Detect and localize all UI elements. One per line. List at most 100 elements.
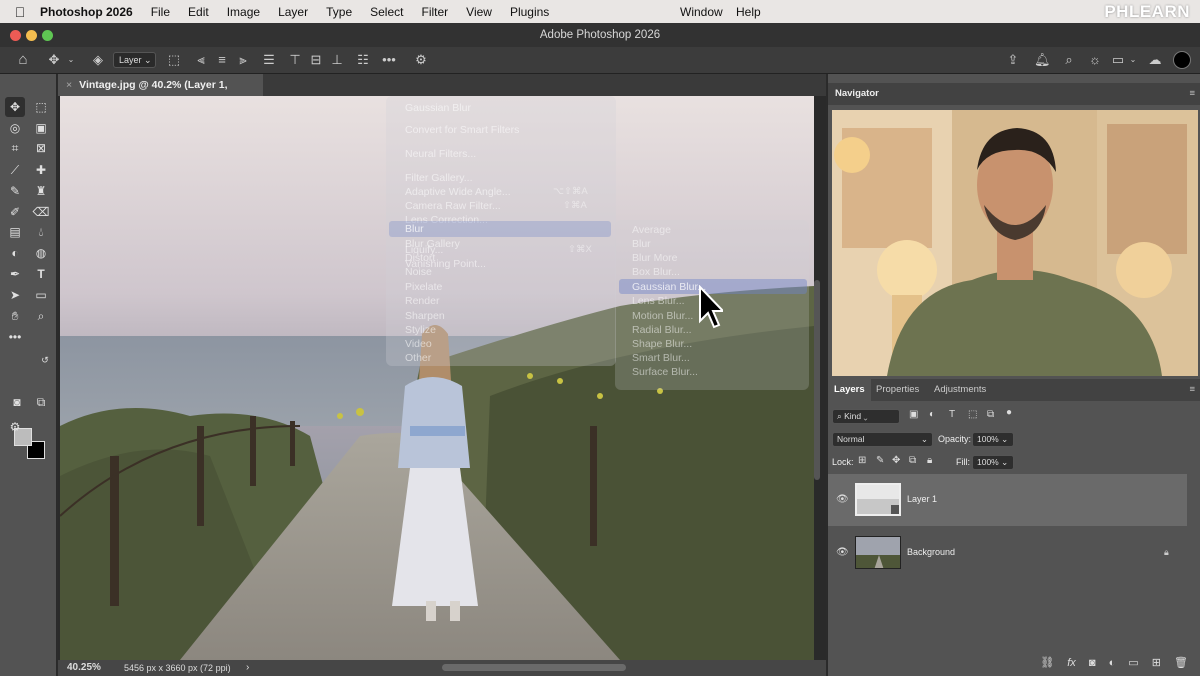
cloud-docs-icon[interactable]: ☁: [1147, 51, 1163, 69]
menu-select[interactable]: Select: [370, 5, 403, 19]
layer-row-background[interactable]: 👁︎ Background 🔒︎: [828, 527, 1187, 579]
home-icon[interactable]: ⌂: [14, 51, 32, 69]
transform-controls-icon[interactable]: ⬚: [166, 51, 182, 69]
blur-item-lens-blur[interactable]: Lens Blur...: [632, 295, 685, 307]
filter-toggle-icon[interactable]: ●: [1006, 407, 1012, 418]
hand-tool-icon[interactable]: ✋︎: [5, 306, 25, 326]
distribute-vertical-icon[interactable]: ☷: [356, 51, 370, 69]
blur-item-shape-blur[interactable]: Shape Blur...: [632, 338, 692, 350]
workspace-chevron-icon[interactable]: ⌄: [1128, 51, 1138, 69]
menu-filter[interactable]: Filter: [421, 5, 448, 19]
align-top-icon[interactable]: ⊤: [288, 51, 302, 69]
horizontal-scrollbar[interactable]: [442, 664, 626, 671]
navigator-preview[interactable]: [832, 110, 1198, 376]
filter-menu-item-noise[interactable]: Noise: [405, 266, 432, 278]
lock-image-icon[interactable]: ✎: [876, 455, 884, 466]
marquee-tool-icon[interactable]: ⬚: [31, 97, 51, 117]
dodge-tool-icon[interactable]: ◐: [5, 243, 25, 263]
crop-tool-icon[interactable]: ⌗: [5, 138, 25, 158]
quick-select-tool-icon[interactable]: ▣: [31, 118, 51, 138]
pen-tool-icon[interactable]: ✒: [5, 264, 25, 284]
chevron-down-icon[interactable]: ⌄: [66, 51, 76, 69]
status-arrow-icon[interactable]: ›: [246, 660, 249, 676]
blur-item-blur-more[interactable]: Blur More: [632, 252, 678, 264]
visibility-eye-icon[interactable]: 👁︎: [836, 547, 849, 558]
distribute-icon[interactable]: ☰: [262, 51, 276, 69]
minimize-window-button[interactable]: [26, 30, 37, 41]
blur-item-smart-blur[interactable]: Smart Blur...: [632, 352, 690, 364]
gear-icon[interactable]: ⚙: [413, 51, 429, 69]
workspace-icon[interactable]: ▭: [1110, 51, 1126, 69]
zoom-tool-icon[interactable]: ⌕: [31, 306, 51, 326]
screen-mode-icon[interactable]: ⧉: [31, 392, 51, 412]
blend-mode-dropdown[interactable]: Normal ⌄: [832, 432, 933, 447]
app-menu[interactable]: Photoshop 2026: [40, 5, 133, 19]
sponge-tool-icon[interactable]: ◍: [31, 243, 51, 263]
align-bottom-icon[interactable]: ⊥: [330, 51, 344, 69]
filter-menu-item-gallery[interactable]: Filter Gallery...: [405, 172, 472, 184]
filter-menu-item-smart[interactable]: Convert for Smart Filters: [405, 124, 519, 136]
panel-menu-icon[interactable]: ≡: [1189, 83, 1195, 105]
tab-properties[interactable]: Properties: [870, 379, 925, 401]
search-icon[interactable]: ⌕: [1061, 51, 1077, 69]
align-left-icon[interactable]: ⫷: [194, 51, 208, 69]
align-right-icon[interactable]: ⫸: [236, 51, 250, 69]
type-tool-icon[interactable]: T: [31, 264, 51, 284]
layers-panel-menu-icon[interactable]: ≡: [1189, 384, 1195, 395]
menu-type[interactable]: Type: [326, 5, 352, 19]
avatar[interactable]: [1173, 51, 1191, 69]
history-brush-tool-icon[interactable]: ✐: [5, 202, 25, 222]
layer-select-dropdown[interactable]: Layer ⌄: [113, 52, 156, 68]
align-middle-icon[interactable]: ⊟: [309, 51, 323, 69]
blur-item-radial-blur[interactable]: Radial Blur...: [632, 324, 692, 336]
menu-window[interactable]: Window: [680, 0, 723, 23]
filter-menu-item-camera-raw[interactable]: Camera Raw Filter...: [405, 200, 501, 212]
apple-menu-icon[interactable]: : [0, 4, 40, 20]
blur-item-motion-blur[interactable]: Motion Blur...: [632, 310, 693, 322]
menu-file[interactable]: File: [151, 5, 170, 19]
more-options-icon[interactable]: •••: [381, 51, 397, 69]
layer-kind-filter[interactable]: ⌕ Kind ⌄: [832, 409, 900, 424]
menu-help[interactable]: Help: [736, 0, 761, 23]
filter-shape-icon[interactable]: ⬚: [968, 409, 977, 420]
menu-view[interactable]: View: [466, 5, 492, 19]
move-tool-icon[interactable]: ✥: [46, 51, 62, 69]
filter-pixel-icon[interactable]: ▣: [909, 409, 918, 420]
menu-layer[interactable]: Layer: [278, 5, 308, 19]
lock-all-icon[interactable]: 🔒︎: [927, 455, 932, 466]
blur-item-gaussian-blur[interactable]: Gaussian Blur...: [632, 281, 706, 293]
filter-menu-item-pixelate[interactable]: Pixelate: [405, 281, 442, 293]
blur-item-box-blur[interactable]: Box Blur...: [632, 266, 680, 278]
discover-icon[interactable]: ☼: [1087, 51, 1103, 69]
rectangle-tool-icon[interactable]: ▭: [31, 285, 51, 305]
close-tab-icon[interactable]: ×: [66, 79, 72, 91]
mask-icon[interactable]: ◙: [1089, 657, 1096, 669]
filter-menu-item-distort[interactable]: Distort: [405, 252, 435, 264]
filter-menu-item-other[interactable]: Other: [405, 352, 431, 364]
lock-artboard-icon[interactable]: ⧉: [909, 455, 916, 466]
content-aware-icon[interactable]: ⚙: [5, 417, 25, 437]
swap-colors-icon[interactable]: ↺: [35, 350, 55, 370]
filter-menu-item-neural[interactable]: Neural Filters...: [405, 148, 476, 160]
eraser-tool-icon[interactable]: ⌫: [31, 202, 51, 222]
opacity-field[interactable]: 100% ⌄: [972, 432, 1014, 447]
vertical-scrollbar[interactable]: [814, 280, 820, 480]
filter-smart-object-icon[interactable]: ⧉: [987, 409, 994, 420]
frame-tool-icon[interactable]: ⊠: [31, 138, 51, 158]
navigator-title[interactable]: Navigator: [828, 88, 879, 99]
canvas-area[interactable]: Gaussian Blur Convert for Smart Filters …: [58, 96, 826, 660]
filter-type-icon[interactable]: T: [949, 409, 955, 420]
document-info[interactable]: 5456 px x 3660 px (72 ppi): [124, 660, 231, 676]
lock-icon[interactable]: 🔒︎: [1164, 547, 1169, 558]
fill-field[interactable]: 100% ⌄: [972, 455, 1014, 470]
visibility-eye-icon[interactable]: 👁︎: [836, 494, 849, 505]
lock-position-icon[interactable]: ✥: [892, 455, 900, 466]
lock-transparent-icon[interactable]: ⊞: [858, 455, 866, 466]
blur-item-surface-blur[interactable]: Surface Blur...: [632, 366, 698, 378]
clone-stamp-tool-icon[interactable]: ♜: [31, 181, 51, 201]
close-window-button[interactable]: [10, 30, 21, 41]
layer-1-name[interactable]: Layer 1: [907, 494, 937, 504]
trash-icon[interactable]: 🗑︎: [1174, 657, 1188, 669]
blur-tool-icon[interactable]: 💧︎: [31, 222, 51, 242]
filter-menu-item-sharpen[interactable]: Sharpen: [405, 310, 445, 322]
